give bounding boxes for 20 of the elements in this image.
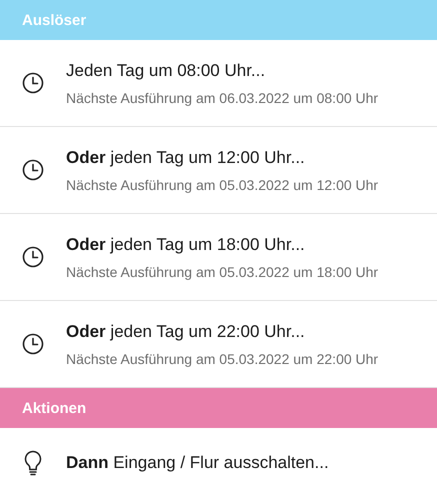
item-subtitle: Nächste Ausführung am 05.03.2022 um 22:00 Uhr	[66, 350, 378, 366]
list-item[interactable]: Dann Eingang / Flur ausschalten...	[0, 428, 437, 498]
list-item[interactable]: Oder jeden Tag um 12:00 Uhr... Nächste Ausführung am 05.03.2022 um 12:00 Uhr	[0, 127, 437, 214]
lightbulb-icon	[24, 450, 42, 476]
list-item[interactable]: Oder jeden Tag um 18:00 Uhr... Nächste Ausführung am 05.03.2022 um 18:00 Uhr	[0, 214, 437, 301]
clock-icon	[22, 72, 44, 94]
item-title: Jeden Tag um 08:00 Uhr...	[66, 60, 266, 80]
item-subtitle: Nächste Ausführung am 05.03.2022 um 18:00 Uhr	[66, 264, 378, 280]
clock-icon	[22, 159, 44, 181]
item-title: Dann Eingang / Flur ausschalten...	[66, 453, 329, 473]
item-subtitle: Nächste Ausführung am 05.03.2022 um 12:00 Uhr	[66, 176, 378, 192]
section-header: Auslöser	[0, 0, 437, 40]
item-title: Oder jeden Tag um 12:00 Uhr...	[66, 148, 306, 168]
section-header: Aktionen	[0, 388, 437, 428]
item-subtitle: Nächste Ausführung am 06.03.2022 um 08:00 Uhr	[66, 90, 378, 106]
list-item[interactable]: Jeden Tag um 08:00 Uhr... Nächste Ausführung am 06.03.2022 um 08:00 Uhr	[0, 40, 437, 127]
clock-icon	[22, 333, 44, 355]
clock-icon	[22, 246, 44, 268]
item-title: Oder jeden Tag um 18:00 Uhr...	[66, 234, 306, 254]
item-title: Oder jeden Tag um 22:00 Uhr...	[66, 322, 306, 342]
